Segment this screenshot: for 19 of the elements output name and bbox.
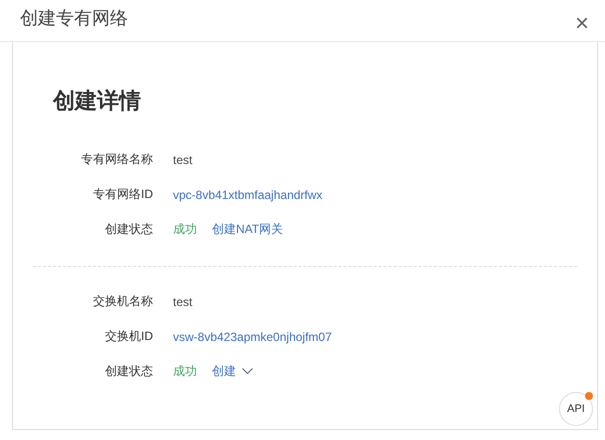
details-heading: 创建详情 xyxy=(53,87,142,115)
field-label: 创建状态 xyxy=(104,363,153,380)
field-label: 专有网络名称 xyxy=(80,151,153,168)
status-text: 成功 xyxy=(173,221,197,238)
create-link[interactable]: 创建NAT网关 xyxy=(212,221,284,238)
field-value: test xyxy=(173,294,192,308)
status-text: 成功 xyxy=(173,363,197,380)
field-value: test xyxy=(173,152,192,166)
id-link[interactable]: vsw-8vb423apmke0njhojfm07 xyxy=(173,330,332,344)
close-button[interactable]: × xyxy=(570,12,593,36)
dialog-title: 创建专有网络 xyxy=(20,6,128,30)
field-label: 创建状态 xyxy=(104,221,153,238)
caret-icon[interactable] xyxy=(242,368,253,375)
field-label: 专有网络ID xyxy=(92,186,153,203)
api-button[interactable]: API xyxy=(559,392,593,426)
field-label: 交换机名称 xyxy=(92,293,153,310)
id-link[interactable]: vpc-8vb41xtbmfaajhandrfwx xyxy=(173,188,322,202)
field-label: 交换机ID xyxy=(104,328,153,345)
create-link[interactable]: 创建 xyxy=(212,363,236,380)
